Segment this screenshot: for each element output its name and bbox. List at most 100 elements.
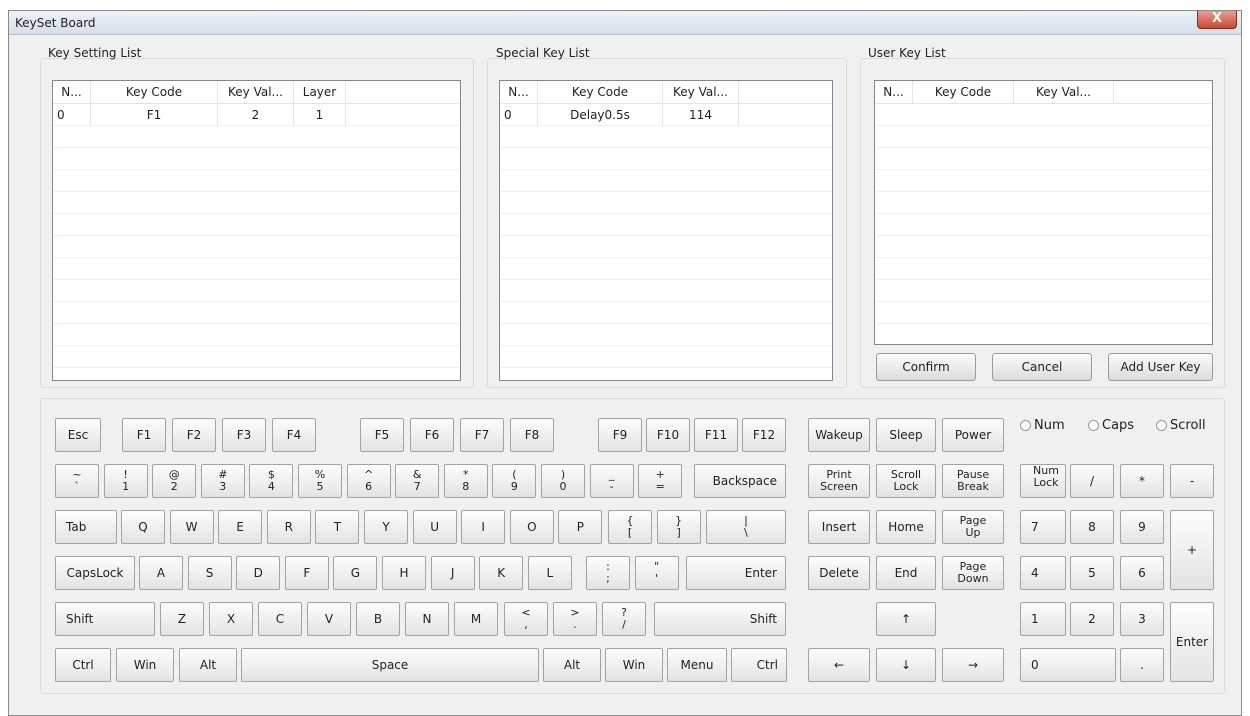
key-[interactable]: :;	[586, 556, 630, 590]
key-f9[interactable]: F9	[598, 418, 642, 452]
key-insert[interactable]: Insert	[808, 510, 870, 544]
key-p[interactable]: P	[558, 510, 603, 544]
key-h[interactable]: H	[382, 556, 426, 590]
key-enter[interactable]: Enter	[1170, 602, 1214, 682]
special-key-list[interactable]: N... Key Code Key Val... 0 Delay0.5s 114	[499, 80, 833, 381]
col-key-code[interactable]: Key Code	[913, 81, 1014, 103]
key-1[interactable]: 1	[1020, 602, 1066, 636]
key-4[interactable]: $4	[249, 464, 294, 498]
key-[interactable]: " '	[634, 556, 679, 590]
key-menu[interactable]: Menu	[667, 648, 727, 682]
key-3[interactable]: #3	[200, 464, 245, 498]
key-shift[interactable]: Shift	[55, 602, 155, 636]
confirm-button[interactable]: Confirm	[876, 353, 976, 381]
key-[interactable]: ? /	[602, 602, 646, 636]
key-y[interactable]: Y	[364, 510, 408, 544]
key-scrolllock[interactable]: Scroll Lock	[876, 464, 936, 498]
key-[interactable]: +	[1170, 510, 1214, 590]
key-pagedown[interactable]: Page Down	[942, 556, 1004, 590]
key-o[interactable]: O	[509, 510, 554, 544]
key-f6[interactable]: F6	[410, 418, 454, 452]
col-key-code[interactable]: Key Code	[538, 81, 663, 103]
key-delete[interactable]: Delete	[808, 556, 870, 590]
key-u[interactable]: U	[412, 510, 457, 544]
key-r[interactable]: R	[266, 510, 311, 544]
key-printscreen[interactable]: Print Screen	[808, 464, 870, 498]
key-5[interactable]: 5	[1070, 556, 1114, 590]
key-8[interactable]: 8	[1070, 510, 1114, 544]
key-f10[interactable]: F10	[646, 418, 690, 452]
scroll-toggle[interactable]: Scroll	[1156, 418, 1206, 433]
key-[interactable]: *	[1120, 464, 1164, 498]
key-end[interactable]: End	[876, 556, 936, 590]
key-m[interactable]: M	[454, 602, 498, 636]
cancel-button[interactable]: Cancel	[992, 353, 1092, 381]
key-[interactable]: >.	[553, 602, 597, 636]
key-t[interactable]: T	[315, 510, 360, 544]
key-6[interactable]: ^ 6	[346, 464, 391, 498]
key-7[interactable]: 7	[1020, 510, 1066, 544]
key-win[interactable]: Win	[116, 648, 174, 682]
key-[interactable]: _ -	[589, 464, 634, 498]
key-9[interactable]: 9	[1120, 510, 1164, 544]
key-capslock[interactable]: CapsLock	[55, 556, 135, 590]
col-no[interactable]: N...	[500, 81, 538, 103]
key-9[interactable]: (9	[492, 464, 537, 498]
key-f3[interactable]: F3	[222, 418, 266, 452]
key-[interactable]: <,	[504, 602, 548, 636]
key-g[interactable]: G	[333, 556, 378, 590]
key-f5[interactable]: F5	[360, 418, 404, 452]
key-i[interactable]: I	[461, 510, 506, 544]
key-x[interactable]: X	[209, 602, 253, 636]
key-[interactable]: {[	[608, 510, 652, 544]
key-v[interactable]: V	[307, 602, 351, 636]
key-[interactable]: →	[942, 648, 1004, 682]
key-d[interactable]: D	[236, 556, 281, 590]
key-[interactable]: -	[1170, 464, 1214, 498]
key-l[interactable]: L	[527, 556, 572, 590]
key-f1[interactable]: F1	[122, 418, 166, 452]
key-q[interactable]: Q	[121, 510, 165, 544]
key-6[interactable]: 6	[1120, 556, 1164, 590]
key-[interactable]: ↓	[876, 648, 936, 682]
key-k[interactable]: K	[479, 556, 524, 590]
key-esc[interactable]: Esc	[55, 418, 101, 452]
key-f[interactable]: F	[284, 556, 329, 590]
col-key-value[interactable]: Key Val...	[1014, 81, 1114, 103]
key-z[interactable]: Z	[160, 602, 204, 636]
key-ctrl[interactable]: Ctrl	[731, 648, 787, 682]
key-j[interactable]: J	[430, 556, 475, 590]
key-0[interactable]: ) 0	[541, 464, 585, 498]
key-7[interactable]: & 7	[395, 464, 440, 498]
col-key-value[interactable]: Key Val...	[218, 81, 294, 103]
key-[interactable]: }]	[656, 510, 701, 544]
key-[interactable]: | \	[706, 510, 786, 544]
key-2[interactable]: 2	[1070, 602, 1114, 636]
col-no[interactable]: N...	[875, 81, 913, 103]
key-f7[interactable]: F7	[460, 418, 504, 452]
key-a[interactable]: A	[139, 556, 183, 590]
key-c[interactable]: C	[258, 602, 302, 636]
col-key-code[interactable]: Key Code	[91, 81, 218, 103]
key-ctrl[interactable]: Ctrl	[55, 648, 111, 682]
key-home[interactable]: Home	[876, 510, 936, 544]
key-pausebreak[interactable]: Pause Break	[942, 464, 1004, 498]
key-space[interactable]: Space	[241, 648, 539, 682]
key-numlock[interactable]: Num Lock	[1020, 464, 1066, 498]
key-b[interactable]: B	[356, 602, 400, 636]
key-enter[interactable]: Enter	[686, 556, 786, 590]
key-[interactable]: /	[1070, 464, 1114, 498]
user-key-list[interactable]: N... Key Code Key Val...	[874, 80, 1213, 345]
caps-toggle[interactable]: Caps	[1088, 418, 1134, 433]
col-no[interactable]: N...	[53, 81, 91, 103]
key-wakeup[interactable]: Wakeup	[808, 418, 870, 452]
key-w[interactable]: W	[169, 510, 214, 544]
key-4[interactable]: 4	[1020, 556, 1066, 590]
key-1[interactable]: ! 1	[103, 464, 148, 498]
key-f12[interactable]: F12	[742, 418, 786, 452]
key-[interactable]: ~ `	[55, 464, 99, 498]
key-n[interactable]: N	[405, 602, 449, 636]
close-button[interactable]: X	[1197, 11, 1237, 29]
key-2[interactable]: @2	[152, 464, 197, 498]
table-row[interactable]: 0 F1 2 1	[53, 104, 460, 126]
